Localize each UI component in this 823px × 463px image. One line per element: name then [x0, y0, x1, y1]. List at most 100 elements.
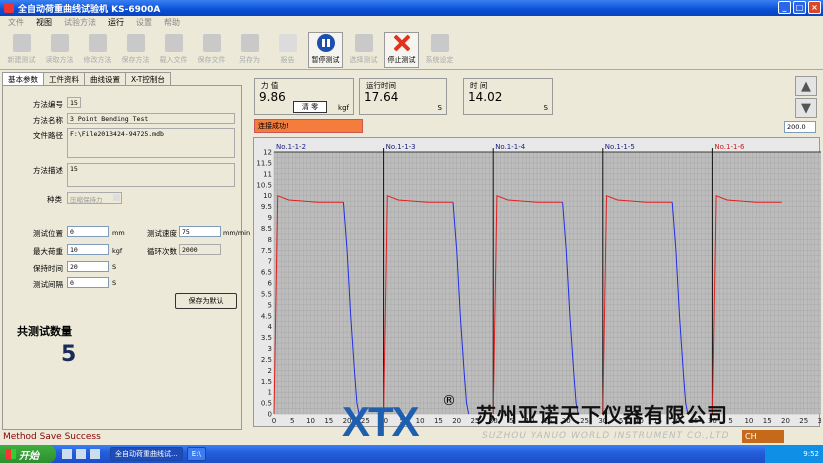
- arrow-down-icon: ▼: [801, 100, 811, 116]
- scroll-down-button[interactable]: ▼: [795, 98, 817, 118]
- report-button[interactable]: 报告: [270, 32, 305, 68]
- start-button[interactable]: 开始: [0, 445, 56, 463]
- menu-help[interactable]: 帮助: [164, 17, 180, 28]
- zoom-spinbox[interactable]: 200.0: [784, 121, 816, 133]
- test-speed-unit: mm/min: [223, 229, 251, 237]
- open-method-button[interactable]: 读取方法: [42, 32, 77, 68]
- y-tick-label: 6.5: [261, 269, 272, 277]
- desktop-icon[interactable]: [76, 449, 86, 459]
- media-icon[interactable]: [90, 449, 100, 459]
- y-tick-label: 10: [263, 192, 272, 200]
- minimize-button[interactable]: _: [778, 1, 791, 14]
- connection-status: 连接成功!: [254, 119, 363, 133]
- save-file-button[interactable]: 保存文件: [194, 32, 229, 68]
- system-settings-button[interactable]: 系统设定: [422, 32, 457, 68]
- force-unit: kgf: [338, 104, 349, 112]
- y-tick-label: 7: [268, 258, 272, 266]
- tab-workpiece[interactable]: 工件资料: [43, 72, 85, 85]
- task-explorer[interactable]: E:\: [186, 447, 206, 461]
- max-load-unit: kgf: [112, 247, 123, 255]
- interval-label: 测试间隔: [33, 280, 63, 289]
- select-test-icon: [354, 34, 373, 52]
- menu-view[interactable]: 视图: [36, 17, 52, 28]
- panel-title: No.1-1-5: [605, 143, 635, 151]
- menu-file[interactable]: 文件: [8, 17, 24, 28]
- test-count-label: 共测试数量: [17, 325, 72, 338]
- edit-method-button[interactable]: 修改方法: [80, 32, 115, 68]
- menu-method[interactable]: 试验方法: [64, 17, 96, 28]
- arrow-up-icon: ▲: [801, 78, 811, 94]
- force-readout: 力 值 9.86 清 零 kgf: [254, 78, 354, 115]
- language-indicator[interactable]: CH: [742, 430, 784, 443]
- window-title: 全自动荷重曲线试验机 KS-6900A: [18, 4, 161, 15]
- app-icon: [4, 3, 14, 13]
- y-tick-label: 4: [268, 323, 273, 331]
- test-speed-label: 测试速度: [147, 229, 177, 238]
- method-no-label: 方法编号: [33, 100, 63, 109]
- save-method-button[interactable]: 保存方法: [118, 32, 153, 68]
- save-as-button[interactable]: 另存为: [232, 32, 267, 68]
- runtime-unit: S: [437, 104, 442, 112]
- y-tick-label: 5: [268, 301, 272, 309]
- save-default-button[interactable]: 保存为默认: [175, 293, 237, 309]
- new-test-button[interactable]: 新建测试: [4, 32, 39, 68]
- y-tick-label: 4.5: [261, 312, 272, 320]
- y-tick-label: 11.5: [256, 159, 272, 167]
- xtx-logo: XTX: [342, 398, 420, 445]
- close-button[interactable]: ×: [808, 1, 821, 14]
- x-tick-label: 20: [452, 417, 461, 425]
- y-tick-label: 1: [268, 389, 272, 397]
- new-test-icon: [12, 34, 31, 52]
- zero-button[interactable]: 清 零: [293, 101, 327, 113]
- menu-settings[interactable]: 设置: [136, 17, 152, 28]
- max-load-input[interactable]: 10: [67, 244, 109, 255]
- force-value: 9.86: [259, 90, 286, 104]
- y-tick-label: 9.5: [261, 203, 272, 211]
- report-icon: [278, 34, 297, 52]
- interval-input[interactable]: 0: [67, 277, 109, 288]
- method-desc-field[interactable]: 15: [67, 163, 235, 187]
- y-tick-label: 3.5: [261, 334, 272, 342]
- y-tick-label: 8.5: [261, 225, 272, 233]
- edit-method-icon: [88, 34, 107, 52]
- method-no-field[interactable]: 15: [67, 97, 81, 108]
- load-file-icon: [164, 34, 183, 52]
- max-load-label: 最大荷重: [33, 247, 63, 256]
- interval-unit: S: [112, 279, 117, 287]
- quick-launch: [56, 449, 106, 459]
- pause-test-button[interactable]: 暂停测试: [308, 32, 343, 68]
- type-select[interactable]: 压缩保持力: [67, 192, 122, 204]
- y-tick-label: 1.5: [261, 378, 272, 386]
- open-method-icon: [50, 34, 69, 52]
- tab-curve-settings[interactable]: 曲线设置: [84, 72, 126, 85]
- ie-icon[interactable]: [62, 449, 72, 459]
- chart-area: 0 0.5 1 1.5 2 2.5 3 3.5 4 4.5 5 5.5 6 6.5 7 7.5 8 8.5 9 9.5…: [253, 137, 821, 427]
- test-speed-input[interactable]: 75: [179, 226, 221, 237]
- scroll-up-button[interactable]: ▲: [795, 76, 817, 96]
- test-position-label: 测试位置: [33, 229, 63, 238]
- tab-basic-params[interactable]: 基本参数: [2, 72, 44, 85]
- menu-bar: 文件 视图 试验方法 运行 设置 帮助: [0, 16, 823, 29]
- x-tick-label: 30: [818, 417, 821, 425]
- file-path-field[interactable]: F:\File2013424-94725.mdb: [67, 128, 235, 158]
- select-test-button[interactable]: 选择测试: [346, 32, 381, 68]
- y-tick-label: 12: [263, 149, 272, 157]
- hold-time-input[interactable]: 20: [67, 261, 109, 272]
- y-tick-label: 6: [268, 280, 273, 288]
- task-app[interactable]: 全自动荷重曲线试...: [110, 447, 183, 461]
- stop-test-button[interactable]: 停止测试: [384, 32, 419, 68]
- tab-xt-console[interactable]: X-T控制台: [125, 72, 171, 85]
- method-name-field[interactable]: 3 Point Bending Test: [67, 113, 235, 124]
- time-unit: S: [543, 104, 548, 112]
- test-position-input[interactable]: 0: [67, 226, 109, 237]
- cycles-field[interactable]: 2000: [179, 244, 221, 255]
- load-file-button[interactable]: 载入文件: [156, 32, 191, 68]
- runtime-readout: 运行时间 17.64 S: [359, 78, 447, 115]
- y-tick-label: 2: [268, 367, 272, 375]
- cycles-label: 循环次数: [147, 247, 177, 256]
- company-name-cn: 苏州亚诺天下仪器有限公司: [476, 403, 728, 427]
- panel-title: No.1-1-3: [386, 143, 416, 151]
- save-as-icon: [240, 34, 259, 52]
- maximize-button[interactable]: □: [793, 1, 806, 14]
- menu-run[interactable]: 运行: [108, 17, 124, 28]
